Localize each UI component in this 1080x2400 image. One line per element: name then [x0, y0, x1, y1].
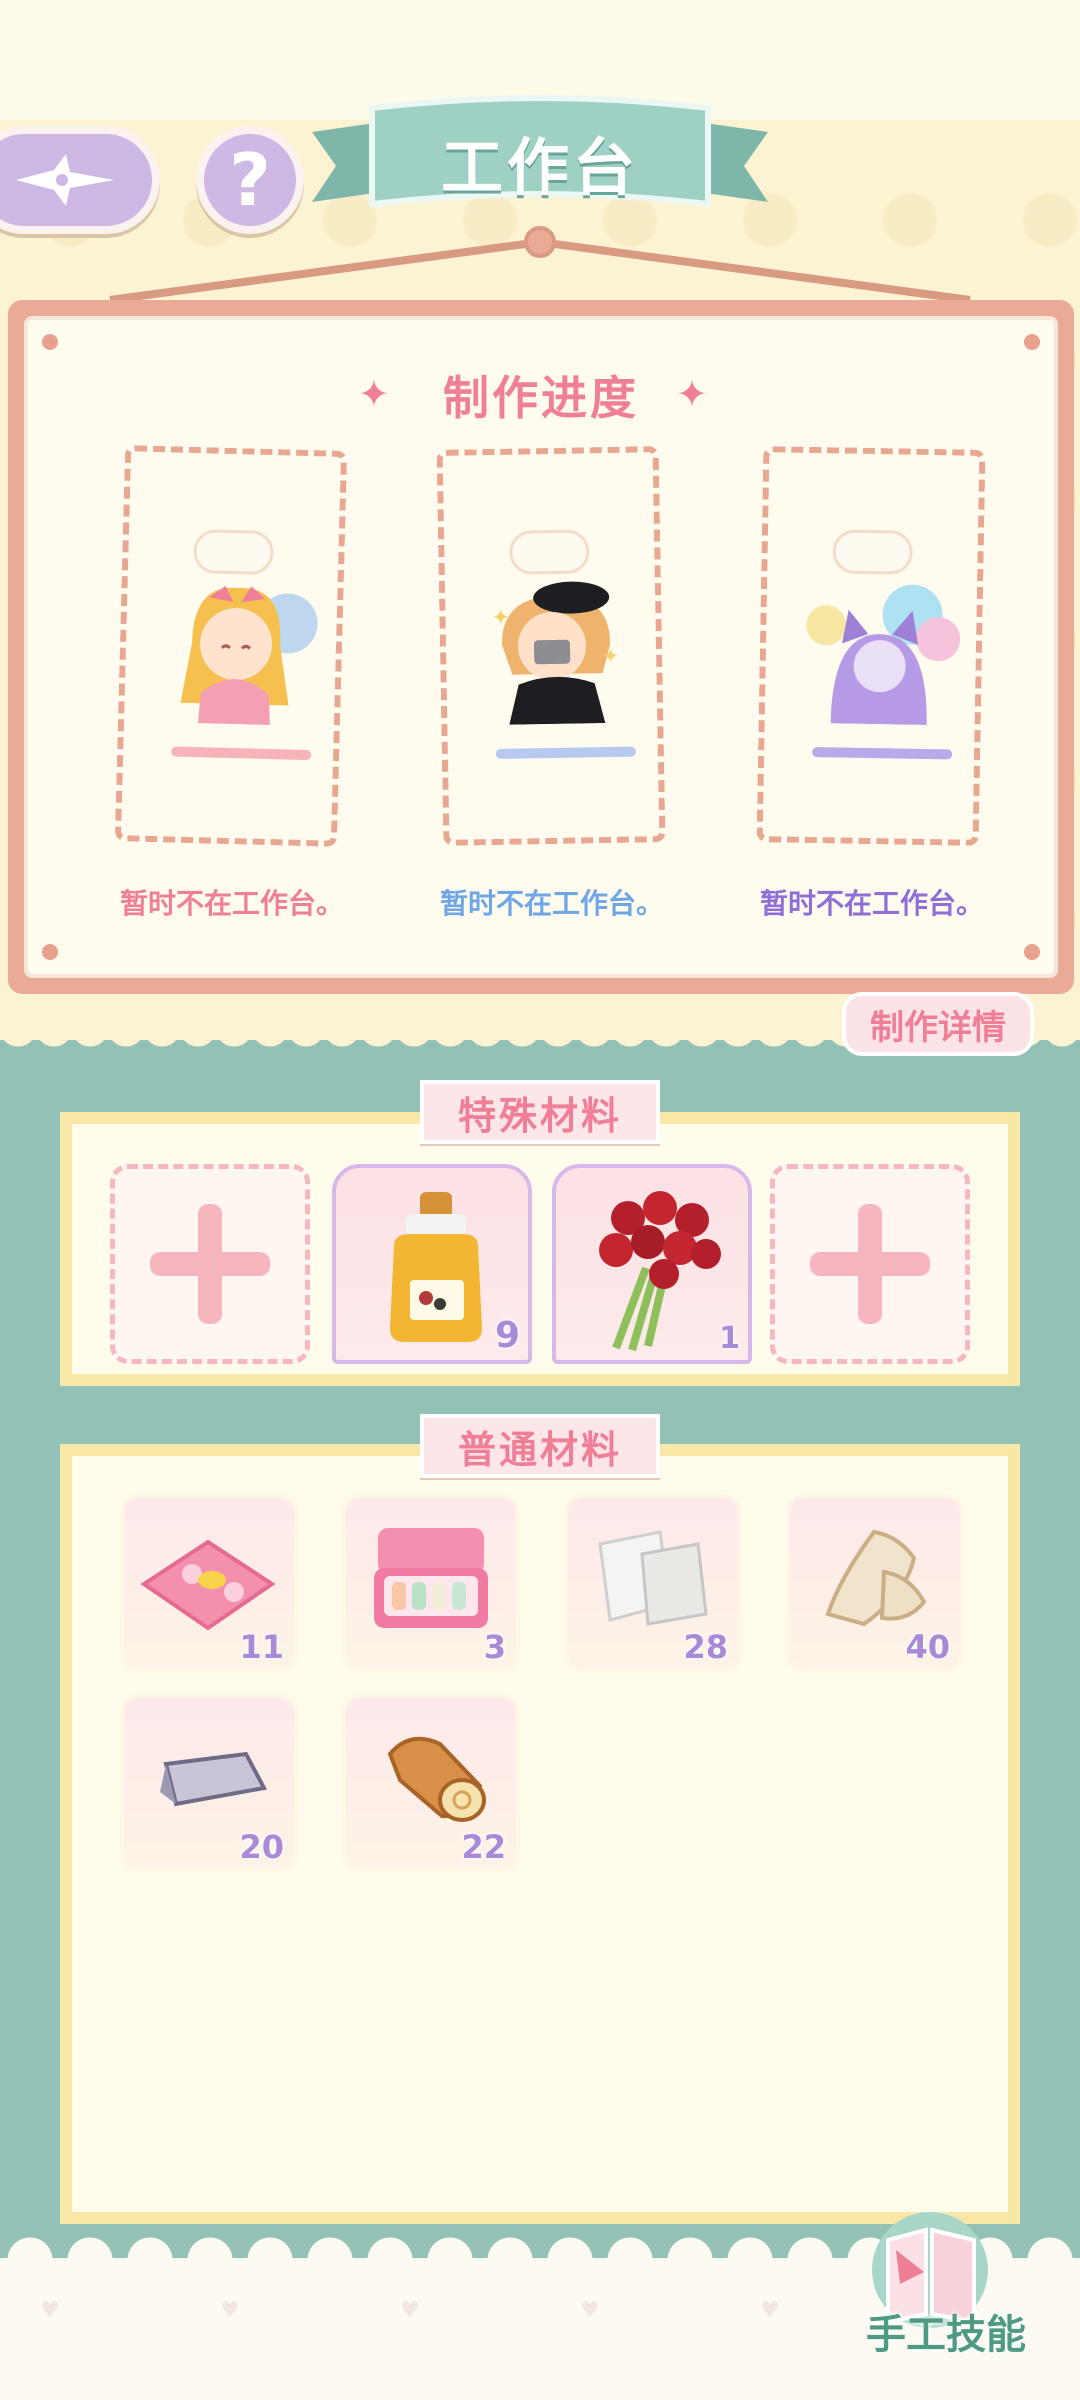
item-count: 1: [719, 1321, 740, 1356]
progress-board: ✦ 制作进度 ✦ 暂时不在工作台。 ✦ ✦ 暂时不在工作台。 暂时不在工作台。: [8, 300, 1074, 994]
slot-status: 暂时不在工作台。: [439, 887, 664, 920]
svg-text:✦: ✦: [602, 644, 619, 668]
sewing-kit-icon: [374, 1528, 488, 1628]
heart-icon: ♥: [40, 2298, 60, 2323]
progress-title: 制作进度: [443, 371, 639, 425]
white-cloth-icon: [598, 1530, 708, 1626]
craft-skill-label: 手工技能: [866, 2312, 1026, 2358]
heart-icon: ♥: [760, 2298, 780, 2323]
pin-icon: [42, 334, 58, 350]
heart-icon: ♥: [580, 2298, 600, 2323]
item-count: 11: [239, 1628, 284, 1666]
normal-materials-label: 普通材料: [420, 1414, 660, 1478]
thought-bubble-icon: [192, 528, 275, 576]
craft-slot-1[interactable]: [114, 445, 348, 847]
plus-icon: [810, 1204, 930, 1324]
special-material-roses[interactable]: 1: [552, 1164, 752, 1364]
plus-icon: [150, 1204, 270, 1324]
craft-slot-3[interactable]: [756, 446, 986, 846]
item-count: 40: [905, 1628, 950, 1666]
bee-fabric-icon: [140, 1539, 276, 1631]
honey-jar-icon: [390, 1192, 482, 1342]
progress-bar: [171, 746, 312, 761]
back-arrow-icon: [16, 154, 114, 206]
item-count: 9: [494, 1315, 520, 1356]
character-purple-cat-icon: [806, 584, 961, 725]
pin-icon: [1024, 334, 1040, 350]
add-special-material-slot[interactable]: [110, 1164, 310, 1364]
rose-bouquet-icon: [599, 1191, 721, 1352]
special-materials-label: 特殊材料: [420, 1080, 660, 1144]
sparkle-icon: ✦: [676, 372, 708, 416]
help-icon: ?: [229, 138, 271, 222]
item-count: 20: [239, 1828, 284, 1866]
pin-icon: [1024, 944, 1040, 960]
character-photographer-icon: ✦ ✦: [491, 581, 619, 725]
page-title: 工作台: [440, 131, 639, 204]
heart-icon: ♥: [220, 2298, 240, 2323]
material-sewing-kit[interactable]: 3: [346, 1498, 516, 1668]
craft-slot-2[interactable]: ✦ ✦: [436, 446, 666, 846]
craft-details-button[interactable]: 制作详情: [842, 992, 1034, 1056]
pin-icon: [42, 944, 58, 960]
item-count: 3: [483, 1628, 506, 1666]
item-count: 28: [683, 1628, 728, 1666]
special-material-honey[interactable]: 9: [332, 1164, 532, 1364]
progress-bar: [812, 746, 953, 760]
material-white-cloth[interactable]: 28: [568, 1498, 738, 1668]
help-button[interactable]: ?: [196, 126, 304, 234]
item-count: 22: [461, 1828, 506, 1866]
back-button[interactable]: [0, 126, 160, 234]
fur-fabric-icon: [825, 1529, 927, 1627]
svg-text:✦: ✦: [491, 606, 510, 631]
wood-log-icon: [387, 1736, 486, 1822]
silver-ingot-icon: [160, 1751, 268, 1807]
thought-bubble-icon: [508, 529, 590, 575]
title-banner: 工作台: [312, 92, 768, 232]
progress-bar: [495, 746, 636, 759]
slot-status: 暂时不在工作台。: [759, 887, 984, 920]
material-bee-fabric[interactable]: 11: [124, 1498, 294, 1668]
material-silver-ingot[interactable]: 20: [124, 1698, 294, 1868]
material-fur-fabric[interactable]: 40: [790, 1498, 960, 1668]
character-blonde-girl-icon: [180, 585, 318, 726]
slot-status: 暂时不在工作台。: [119, 887, 344, 920]
thought-bubble-icon: [832, 529, 914, 575]
material-wood-log[interactable]: 22: [346, 1698, 516, 1868]
craft-skill-button[interactable]: 手工技能: [846, 2210, 1046, 2380]
add-special-material-slot[interactable]: [770, 1164, 970, 1364]
heart-icon: ♥: [400, 2298, 420, 2323]
